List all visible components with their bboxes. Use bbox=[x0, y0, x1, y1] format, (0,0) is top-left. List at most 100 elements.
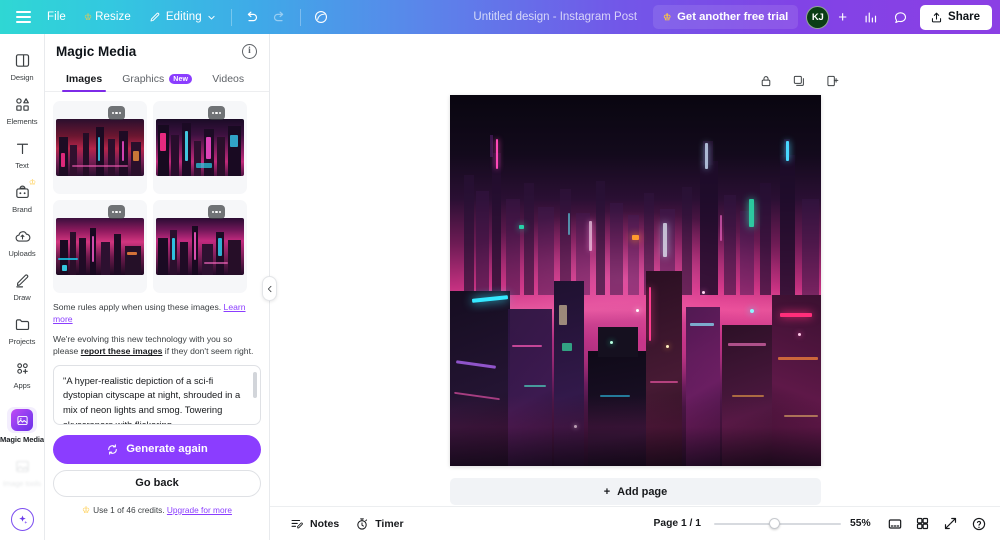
help-icon[interactable] bbox=[969, 514, 988, 533]
draw-icon bbox=[11, 269, 33, 291]
sidebar-item-label: Apps bbox=[13, 381, 31, 390]
sparkle-ai-icon[interactable] bbox=[11, 508, 34, 531]
present-icon[interactable] bbox=[885, 514, 904, 533]
notes-label: Notes bbox=[310, 517, 340, 530]
credits-text: ♔ Use 1 of 46 credits. Upgrade for more bbox=[82, 504, 232, 515]
more-options-icon[interactable] bbox=[208, 106, 225, 120]
sidebar-item-label: Brand bbox=[12, 205, 32, 214]
sidebar-item-projects[interactable]: Projects bbox=[0, 307, 44, 351]
legal-notice: Some rules apply when using these images… bbox=[45, 293, 269, 358]
file-menu-button[interactable]: File bbox=[38, 6, 75, 28]
chevron-left-icon bbox=[267, 285, 271, 292]
thumbnail-image bbox=[56, 218, 144, 275]
magic-media-panel: Magic Media i Images Graphics New Videos bbox=[45, 34, 270, 540]
uploads-icon bbox=[11, 225, 33, 247]
sidebar-item-magic-media[interactable]: Magic Media bbox=[0, 401, 44, 449]
more-options-icon[interactable] bbox=[108, 106, 125, 120]
sidebar-item-design[interactable]: Design bbox=[0, 43, 44, 87]
header-divider-2 bbox=[299, 8, 301, 26]
tab-images[interactable]: Images bbox=[56, 73, 112, 92]
timer-button[interactable]: Timer bbox=[347, 512, 411, 536]
left-sidebar: Design Elements Text ♔ Brand Uploads Dra… bbox=[0, 34, 45, 540]
zoom-slider-knob[interactable] bbox=[769, 518, 780, 529]
header-right-group: ♔ Get another free trial KJ + Share bbox=[653, 4, 1000, 30]
sidebar-item-uploads[interactable]: Uploads bbox=[0, 219, 44, 263]
page-indicator: Page 1 / 1 bbox=[653, 518, 701, 529]
zoom-level[interactable]: 55% bbox=[850, 518, 876, 529]
hamburger-icon[interactable] bbox=[8, 4, 38, 30]
grid-view-icon[interactable] bbox=[913, 514, 932, 533]
generated-image-2[interactable] bbox=[153, 101, 247, 194]
report-images-link[interactable]: report these images bbox=[81, 346, 163, 356]
more-options-icon[interactable] bbox=[208, 205, 225, 219]
collapse-panel-handle[interactable] bbox=[262, 276, 277, 301]
share-button[interactable]: Share bbox=[920, 4, 992, 30]
tab-videos[interactable]: Videos bbox=[202, 73, 254, 91]
generate-again-button[interactable]: Generate again bbox=[53, 434, 261, 464]
legal-report-text: We're evolving this new technology with … bbox=[53, 333, 254, 357]
get-free-trial-button[interactable]: ♔ Get another free trial bbox=[653, 5, 799, 29]
crown-icon: ♔ bbox=[663, 11, 672, 22]
thumbnail-image bbox=[156, 119, 244, 176]
duplicate-icon[interactable] bbox=[790, 72, 807, 89]
prompt-scrollbar[interactable] bbox=[253, 371, 257, 398]
avatar[interactable]: KJ bbox=[806, 5, 830, 29]
tab-graphics[interactable]: Graphics New bbox=[112, 73, 202, 91]
cloud-saved-icon[interactable] bbox=[307, 4, 335, 30]
magic-media-icon-background bbox=[7, 407, 37, 433]
header-divider-1 bbox=[230, 8, 232, 26]
sidebar-item-image-tools[interactable]: Image tools bbox=[0, 449, 44, 493]
header-left-group: File ♔ Resize Editing bbox=[0, 4, 335, 30]
undo-icon[interactable] bbox=[238, 4, 266, 30]
plus-icon: + bbox=[603, 485, 611, 498]
app-header: File ♔ Resize Editing Untitled design - … bbox=[0, 0, 1000, 34]
generated-image-1[interactable] bbox=[53, 101, 147, 194]
lock-icon[interactable] bbox=[757, 72, 774, 89]
add-page-label: Add page bbox=[617, 485, 668, 498]
notes-button[interactable]: Notes bbox=[282, 512, 347, 536]
chevron-down-icon bbox=[208, 15, 215, 20]
add-collaborator-button[interactable]: + bbox=[831, 10, 854, 25]
timer-icon bbox=[357, 517, 368, 530]
share-upload-icon bbox=[931, 12, 942, 22]
bottom-haze bbox=[450, 395, 821, 466]
apps-icon bbox=[11, 357, 33, 379]
more-options-icon[interactable] bbox=[108, 205, 125, 219]
upgrade-link[interactable]: Upgrade for more bbox=[167, 505, 232, 515]
sidebar-item-label: Uploads bbox=[8, 249, 36, 258]
add-page-button[interactable]: + Add page bbox=[450, 478, 821, 505]
sidebar-item-label: Draw bbox=[13, 293, 31, 302]
comment-icon[interactable] bbox=[886, 4, 914, 30]
sidebar-item-apps[interactable]: Apps bbox=[0, 351, 44, 395]
generated-image-4[interactable] bbox=[153, 200, 247, 293]
canvas-area: + Add page bbox=[270, 34, 1000, 540]
document-title[interactable]: Untitled design - Instagram Post bbox=[473, 11, 653, 23]
sidebar-item-label: Elements bbox=[6, 117, 38, 126]
add-page-icon[interactable] bbox=[823, 72, 840, 89]
redo-icon[interactable] bbox=[266, 4, 294, 30]
bottom-bar-right: Page 1 / 1 55% bbox=[653, 514, 988, 533]
info-icon[interactable]: i bbox=[242, 43, 257, 59]
resize-button[interactable]: ♔ Resize bbox=[75, 6, 140, 28]
tab-label: Videos bbox=[212, 73, 245, 85]
zoom-slider[interactable] bbox=[714, 517, 841, 530]
sidebar-item-draw[interactable]: Draw bbox=[0, 263, 44, 307]
crown-icon: ♔ bbox=[83, 12, 93, 22]
legal-rules-text: Some rules apply when using these images… bbox=[53, 302, 246, 325]
editing-mode-button[interactable]: Editing bbox=[140, 6, 225, 28]
sidebar-item-label: Text bbox=[15, 161, 29, 170]
sidebar-item-brand[interactable]: ♔ Brand bbox=[0, 175, 44, 219]
sidebar-item-elements[interactable]: Elements bbox=[0, 87, 44, 131]
prompt-input[interactable]: "A hyper-realistic depiction of a sci-fi… bbox=[53, 364, 261, 425]
thumbnail-image bbox=[156, 218, 244, 275]
fullscreen-icon[interactable] bbox=[941, 514, 960, 533]
insights-icon[interactable] bbox=[856, 4, 884, 30]
tab-label: Graphics bbox=[122, 73, 165, 85]
go-back-button[interactable]: Go back bbox=[53, 469, 261, 497]
sidebar-item-text[interactable]: Text bbox=[0, 131, 44, 175]
thumbnail-image bbox=[56, 119, 144, 176]
generated-image-3[interactable] bbox=[53, 200, 147, 293]
canvas-page-tools bbox=[757, 72, 840, 89]
design-artboard[interactable] bbox=[450, 95, 821, 466]
crown-icon: ♔ bbox=[82, 504, 91, 515]
